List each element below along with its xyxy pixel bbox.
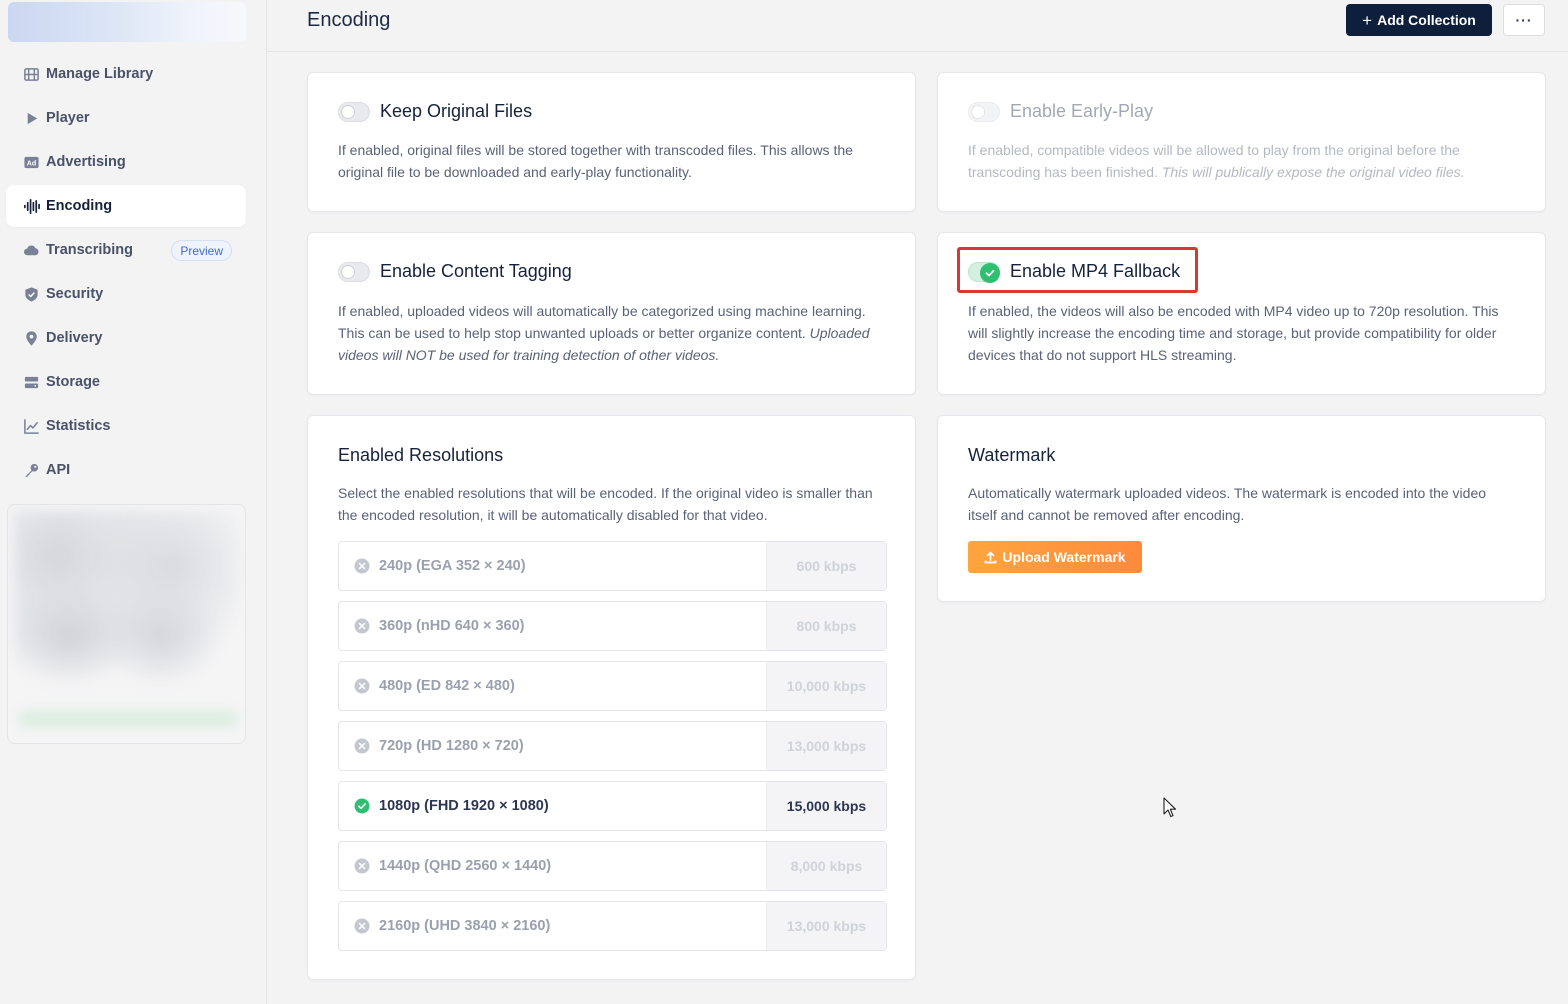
page-header: Encoding + Add Collection ···: [267, 0, 1568, 52]
resolution-row[interactable]: 360p (nHD 640 × 360) 800 kbps: [338, 601, 887, 651]
keep-original-card: Keep Original Files If enabled, original…: [307, 72, 916, 212]
sidebar-item-encoding[interactable]: Encoding: [6, 185, 246, 227]
check-icon: [980, 262, 1000, 283]
resolution-label: 1080p (FHD 1920 × 1080): [379, 798, 549, 814]
resolution-label: 1440p (QHD 2560 × 1440): [379, 858, 552, 874]
sidebar-item-statistics[interactable]: Statistics: [6, 405, 246, 447]
ad-icon: Ad: [22, 153, 40, 171]
sidebar-blurred-panel: [7, 504, 246, 744]
card-description: If enabled, uploaded videos will automat…: [338, 303, 870, 363]
check-circle-icon: [354, 798, 370, 814]
bitrate-value: 13,000 kbps: [766, 902, 886, 950]
sidebar-nav: Manage Library Player Ad Advertising Enc…: [6, 53, 246, 493]
resolution-row[interactable]: 480p (ED 842 × 480) 10,000 kbps: [338, 661, 887, 711]
upload-watermark-button[interactable]: Upload Watermark: [968, 541, 1142, 573]
x-circle-icon: [354, 858, 370, 874]
card-description: If enabled, compatible videos will be al…: [968, 142, 1465, 180]
card-title: Enable Early-Play: [1010, 101, 1154, 121]
sidebar-item-label: Player: [46, 110, 90, 126]
sidebar-item-label: Manage Library: [46, 66, 154, 82]
mouse-cursor-icon: [1163, 797, 1177, 818]
bitrate-value: 10,000 kbps: [766, 662, 886, 710]
resolution-row[interactable]: 240p (EGA 352 × 240) 600 kbps: [338, 541, 887, 591]
card-title: Enable MP4 Fallback: [1010, 261, 1181, 281]
card-description: Automatically watermark uploaded videos.…: [968, 485, 1487, 523]
sidebar-item-label: Delivery: [46, 330, 103, 346]
add-collection-label: Add Collection: [1377, 12, 1476, 28]
watermark-card: Watermark Automatically watermark upload…: [937, 415, 1546, 602]
resolutions-card: Enabled Resolutions Select the enabled r…: [307, 415, 916, 980]
more-options-button[interactable]: ···: [1503, 4, 1545, 36]
x-circle-icon: [354, 558, 370, 574]
card-description: If enabled, original files will be store…: [338, 142, 853, 180]
sidebar-item-player[interactable]: Player: [6, 97, 246, 139]
sidebar-item-label: Statistics: [46, 418, 111, 434]
add-collection-button[interactable]: + Add Collection: [1346, 4, 1492, 36]
sidebar-item-label: Encoding: [46, 198, 113, 214]
mp4-fallback-toggle[interactable]: [968, 261, 1000, 283]
bitrate-value: 600 kbps: [766, 542, 886, 590]
resolution-label: 240p (EGA 352 × 240): [379, 558, 526, 574]
sidebar-item-label: Advertising: [46, 154, 126, 170]
key-icon: [22, 461, 40, 479]
early-play-toggle[interactable]: [968, 101, 1000, 122]
sidebar-item-transcribing[interactable]: Transcribing Preview: [6, 229, 246, 271]
card-title: Enabled Resolutions: [338, 445, 504, 465]
resolution-row[interactable]: 1080p (FHD 1920 × 1080) 15,000 kbps: [338, 781, 887, 831]
resolution-row[interactable]: 1440p (QHD 2560 × 1440) 8,000 kbps: [338, 841, 887, 891]
sidebar-item-api[interactable]: API: [6, 449, 246, 491]
sidebar-item-label: Security: [46, 286, 104, 302]
sidebar-item-advertising[interactable]: Ad Advertising: [6, 141, 246, 183]
bitrate-value: 15,000 kbps: [766, 782, 886, 830]
map-pin-icon: [22, 329, 40, 347]
resolution-row[interactable]: 720p (HD 1280 × 720) 13,000 kbps: [338, 721, 887, 771]
play-icon: [22, 109, 40, 127]
sidebar-item-security[interactable]: Security: [6, 273, 246, 315]
content-tagging-toggle[interactable]: [338, 261, 370, 282]
bitrate-value: 8,000 kbps: [766, 842, 886, 890]
resolution-row[interactable]: 2160p (UHD 3840 × 2160) 13,000 kbps: [338, 901, 887, 951]
card-description: If enabled, the videos will also be enco…: [968, 303, 1499, 363]
waveform-icon: [22, 197, 40, 215]
early-play-card: Enable Early-Play If enabled, compatible…: [937, 72, 1546, 212]
x-circle-icon: [354, 918, 370, 934]
bitrate-value: 13,000 kbps: [766, 722, 886, 770]
sidebar-item-label: Transcribing: [46, 242, 134, 258]
sidebar-item-label: API: [46, 462, 71, 478]
sidebar-item-manage-library[interactable]: Manage Library: [6, 53, 246, 95]
ellipsis-icon: ···: [1515, 12, 1533, 28]
storage-icon: [22, 373, 40, 391]
film-grid-icon: [22, 65, 40, 83]
resolution-label: 480p (ED 842 × 480): [379, 678, 515, 694]
plus-icon: +: [1362, 10, 1373, 30]
bitrate-value: 800 kbps: [766, 602, 886, 650]
shield-icon: [22, 285, 40, 303]
sidebar: Manage Library Player Ad Advertising Enc…: [0, 0, 267, 1004]
card-title: Enable Content Tagging: [380, 261, 572, 281]
upload-icon: [985, 551, 997, 563]
resolution-label: 2160p (UHD 3840 × 2160): [379, 918, 551, 934]
preview-badge: Preview: [171, 240, 232, 261]
content-tagging-card: Enable Content Tagging If enabled, uploa…: [307, 232, 916, 395]
sidebar-item-label: Storage: [46, 374, 100, 390]
svg-text:Ad: Ad: [26, 159, 35, 167]
card-title: Watermark: [968, 445, 1056, 465]
page-title: Encoding: [307, 9, 391, 31]
mp4-fallback-card: Enable MP4 Fallback If enabled, the vide…: [937, 232, 1546, 395]
keep-original-toggle[interactable]: [338, 101, 370, 122]
resolution-label: 720p (HD 1280 × 720): [379, 738, 524, 754]
upload-watermark-label: Upload Watermark: [1002, 549, 1126, 565]
sidebar-item-storage[interactable]: Storage: [6, 361, 246, 403]
card-title: Keep Original Files: [380, 101, 533, 121]
brand-logo[interactable]: [8, 2, 246, 42]
resolution-label: 360p (nHD 640 × 360): [379, 618, 525, 634]
chart-line-icon: [22, 417, 40, 435]
sidebar-item-delivery[interactable]: Delivery: [6, 317, 246, 359]
x-circle-icon: [354, 738, 370, 754]
cloud-icon: [22, 241, 40, 259]
x-circle-icon: [354, 678, 370, 694]
x-circle-icon: [354, 618, 370, 634]
card-description: Select the enabled resolutions that will…: [338, 485, 873, 523]
